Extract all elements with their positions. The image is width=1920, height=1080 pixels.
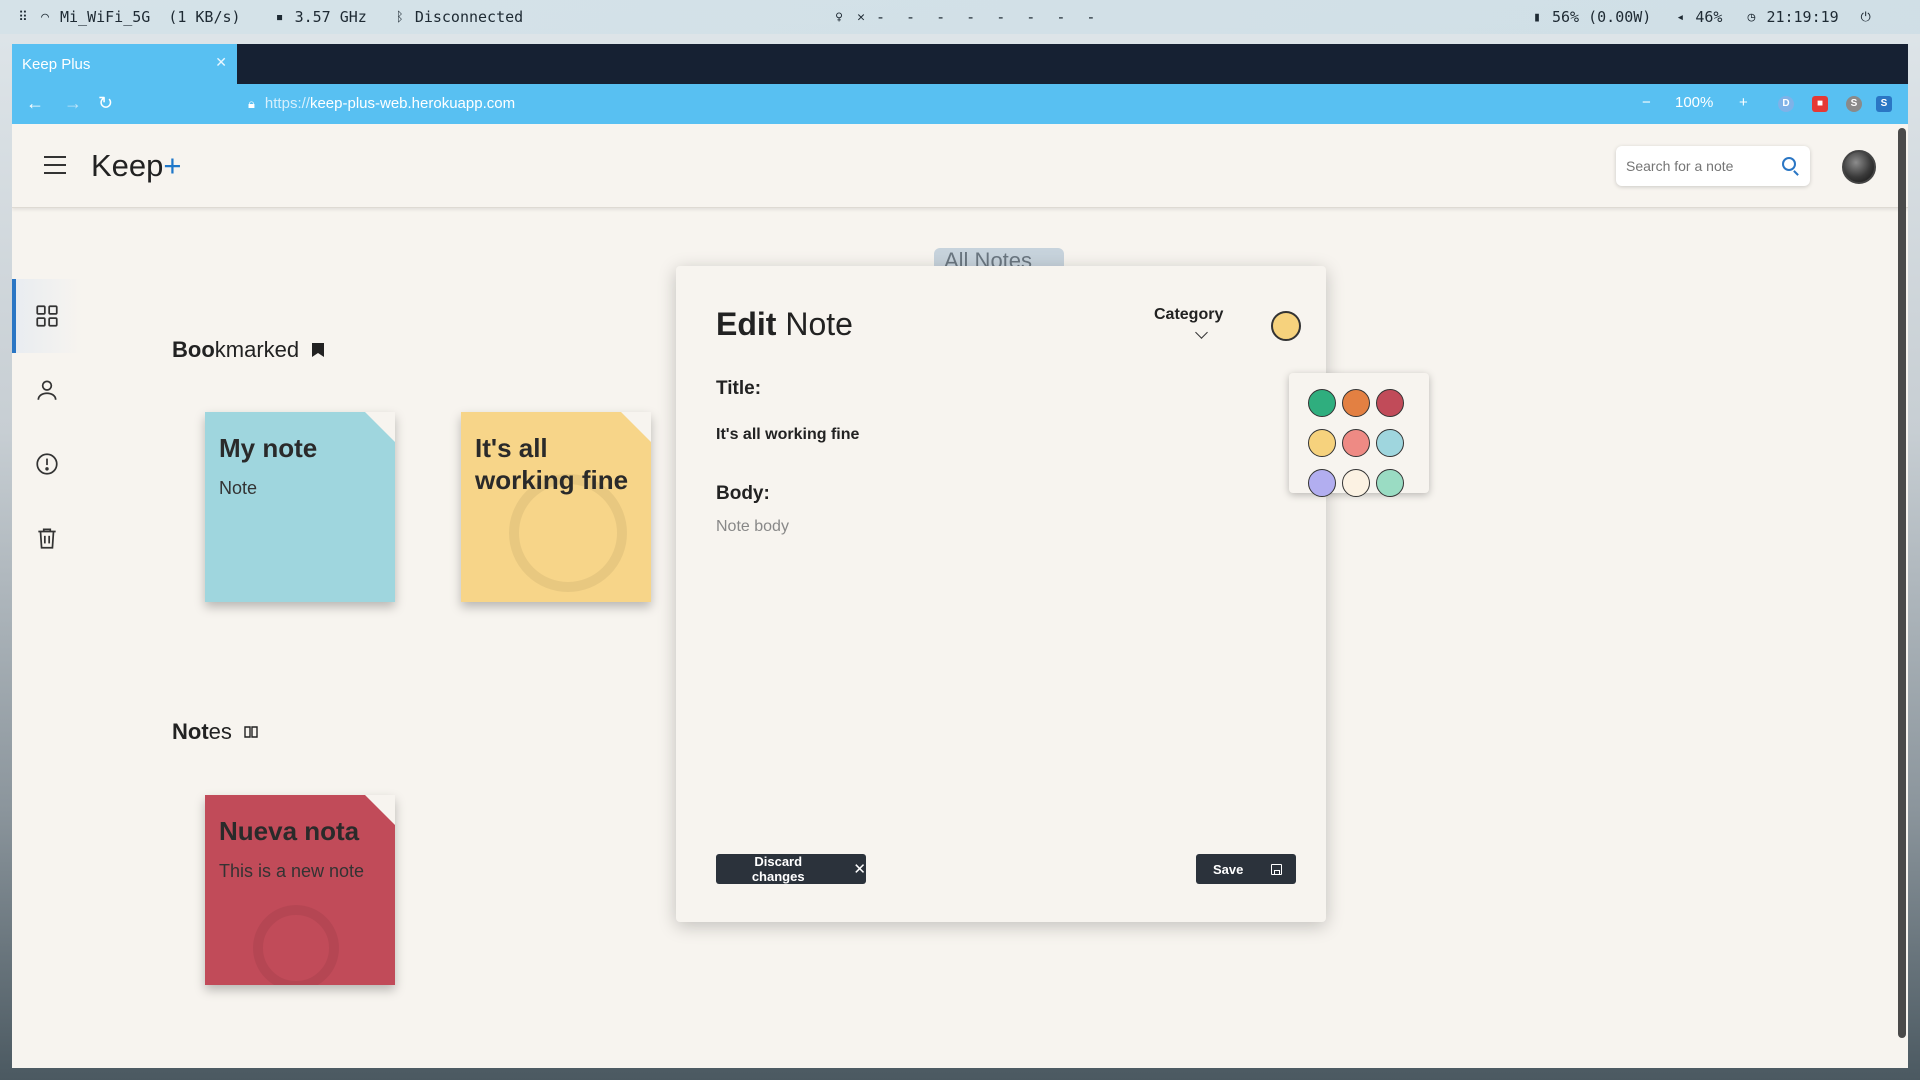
- workspace-indicator: ♀ ✕ - - - - - - - -: [832, 0, 1101, 34]
- note-card[interactable]: Nueva nota This is a new note: [205, 795, 395, 985]
- apps-grid-icon[interactable]: ⠿: [16, 10, 30, 25]
- wifi-icon: ◠: [41, 9, 49, 25]
- clock-icon: ◷: [1747, 9, 1756, 25]
- search-icon[interactable]: [1782, 157, 1796, 171]
- search-input[interactable]: [1616, 146, 1766, 186]
- person-watermark-icon: [253, 905, 339, 985]
- bookmarked-heading: Bookmarked: [172, 337, 325, 363]
- color-swatch[interactable]: [1376, 389, 1404, 417]
- system-bar-left: ⠿ ◠ Mi_WiFi_5G (1 KB/s) ▪ 3.57 GHz ᛒ Dis…: [16, 0, 523, 34]
- edit-note-modal: Edit Note Category Title: Body: Discard …: [676, 266, 1326, 922]
- title-label: Title:: [716, 378, 762, 399]
- modal-title: Edit Note: [716, 306, 853, 342]
- book-icon: [244, 726, 258, 738]
- tab-close-icon[interactable]: ✕: [215, 54, 227, 71]
- color-swatch[interactable]: [1342, 429, 1370, 457]
- zoom-out-icon[interactable]: −: [1642, 94, 1651, 111]
- category-dropdown[interactable]: Category: [1154, 306, 1223, 324]
- body-label: Body:: [716, 483, 770, 504]
- sidebar-item-all-notes[interactable]: [12, 279, 82, 353]
- note-card[interactable]: My note Note: [205, 412, 395, 602]
- address-bar[interactable]: 🔒︎ https://keep-plus-web.herokuapp.com: [248, 95, 515, 112]
- grid-icon: [36, 305, 58, 327]
- extension-circle-icon[interactable]: S: [1846, 96, 1862, 112]
- browser-tab[interactable]: Keep Plus ✕: [12, 44, 237, 84]
- color-swatch[interactable]: [1308, 429, 1336, 457]
- color-picker: [1289, 373, 1429, 497]
- color-swatch[interactable]: [1342, 389, 1370, 417]
- save-label: Save: [1213, 861, 1244, 877]
- trash-icon: [38, 528, 56, 549]
- tab-title: Keep Plus: [22, 55, 91, 73]
- volume-level: 46%: [1695, 8, 1723, 26]
- volume-icon: ◂: [1676, 9, 1685, 25]
- reload-icon[interactable]: ↻: [98, 93, 113, 114]
- cpu-icon: ▪: [275, 9, 284, 25]
- lock-icon: 🔒︎: [248, 96, 255, 111]
- note-title: Nueva nota: [219, 816, 360, 846]
- tab-bar: Keep Plus ✕: [12, 44, 1908, 84]
- user-avatar[interactable]: [1842, 150, 1876, 184]
- network-rate: (1 KB/s): [168, 8, 241, 26]
- close-workspace-icon[interactable]: ✕: [854, 10, 868, 25]
- discard-label: Discard changes: [751, 854, 805, 884]
- note-title: My note: [219, 433, 318, 463]
- zoom-in-icon[interactable]: +: [1739, 94, 1748, 111]
- forward-arrow-icon[interactable]: →: [64, 93, 82, 114]
- app-header: Keep+: [12, 124, 1908, 208]
- note-title: It's all working fine: [475, 433, 629, 495]
- note-card[interactable]: It's all working fine: [461, 412, 651, 602]
- close-icon: ✕: [853, 861, 866, 878]
- cpu-frequency: 3.57 GHz: [294, 8, 367, 26]
- back-arrow-icon[interactable]: ←: [26, 93, 44, 114]
- color-swatch[interactable]: [1308, 389, 1336, 417]
- bluetooth-status: Disconnected: [414, 8, 524, 26]
- scrollbar[interactable]: [1898, 128, 1906, 1038]
- browser-window: Keep Plus ✕ ← → ↻ 🔒︎ https://keep-plus-we…: [12, 44, 1908, 1068]
- system-status-bar: ⠿ ◠ Mi_WiFi_5G (1 KB/s) ▪ 3.57 GHz ᛒ Dis…: [0, 0, 1920, 34]
- shield-extension-icon[interactable]: ■: [1812, 96, 1828, 112]
- discard-changes-button[interactable]: Discard changes ✕: [716, 854, 866, 884]
- sidebar-item-important[interactable]: [12, 427, 82, 501]
- color-swatch[interactable]: [1342, 469, 1370, 497]
- note-body: This is a new note: [219, 861, 365, 881]
- person-icon: ♀: [835, 9, 843, 25]
- navigation-bar: ← → ↻ 🔒︎ https://keep-plus-web.herokuapp.…: [12, 84, 1908, 124]
- battery-icon: ▮: [1533, 9, 1541, 25]
- extension-d-icon[interactable]: D: [1778, 96, 1794, 112]
- bluetooth-icon: ᛒ: [395, 9, 404, 25]
- url-scheme: https://: [264, 95, 310, 112]
- url-host: keep-plus-web.herokuapp.com: [309, 95, 516, 112]
- workspace-dashes[interactable]: - - - - - - - -: [876, 8, 1101, 26]
- hamburger-menu-icon[interactable]: [44, 156, 66, 180]
- selected-color-button[interactable]: [1271, 311, 1301, 341]
- sidebar-item-profile[interactable]: [12, 353, 82, 427]
- color-swatch[interactable]: [1376, 469, 1404, 497]
- extension-s-icon[interactable]: S: [1876, 96, 1892, 112]
- body-textarea[interactable]: [716, 518, 1276, 798]
- wifi-name: Mi_WiFi_5G: [60, 8, 151, 26]
- sidebar-item-trash[interactable]: [12, 501, 82, 575]
- notes-heading: Notes: [172, 719, 258, 745]
- save-button[interactable]: Save: [1196, 854, 1296, 884]
- note-body: Note: [219, 478, 258, 498]
- zoom-level[interactable]: 100%: [1675, 94, 1713, 111]
- floppy-disk-icon: [1271, 863, 1283, 875]
- search-box: [1616, 146, 1810, 186]
- clock: 21:19:19: [1766, 8, 1839, 26]
- power-icon[interactable]: ⏻: [1859, 10, 1873, 25]
- system-bar-right: ▮ 56% (0.00W) ◂ 46% ◷ 21:19:19 ⏻: [1530, 0, 1873, 34]
- chevron-down-icon[interactable]: [1195, 326, 1208, 339]
- title-input[interactable]: [716, 418, 1256, 452]
- battery-status: 56% (0.00W): [1552, 8, 1652, 26]
- person-icon: [37, 380, 57, 400]
- app-logo: Keep+: [91, 148, 182, 183]
- color-swatch[interactable]: [1376, 429, 1404, 457]
- color-swatch[interactable]: [1308, 469, 1336, 497]
- sidebar: [12, 279, 82, 575]
- bookmark-icon: [312, 343, 325, 357]
- alert-circle-icon: [36, 453, 58, 475]
